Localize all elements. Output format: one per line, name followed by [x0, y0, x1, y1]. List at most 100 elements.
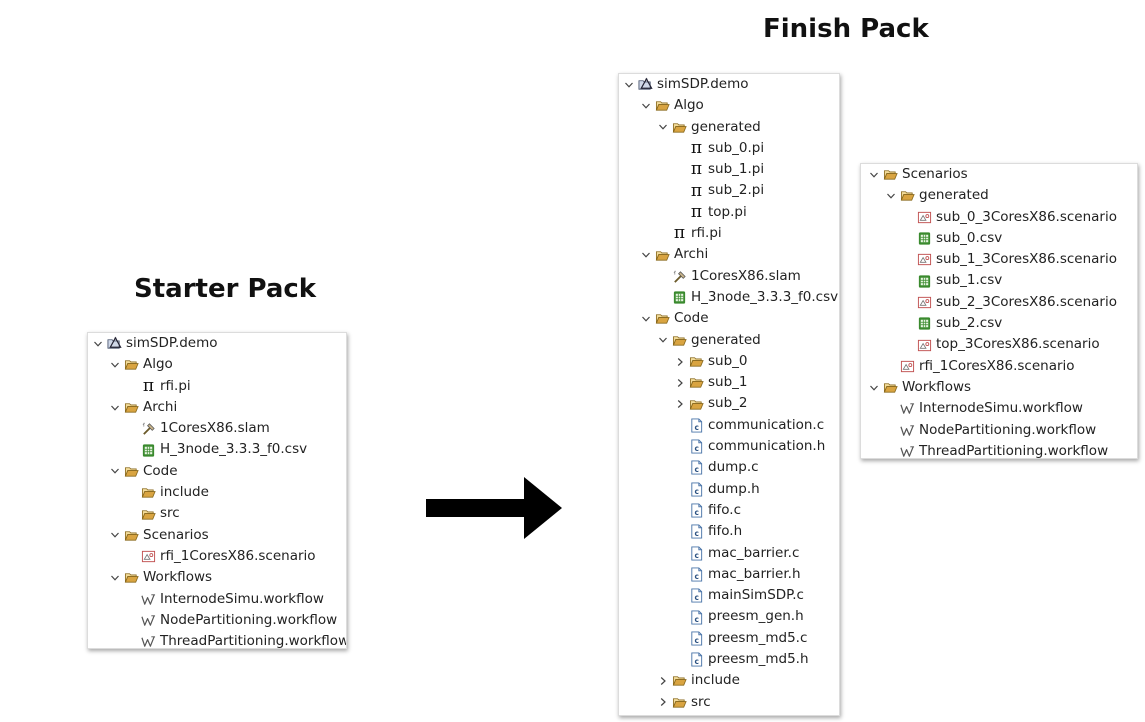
tree-item-scenarios[interactable]: Scenarios [88, 525, 346, 546]
tree-item-simsdp-demo[interactable]: simSDP.demo [88, 333, 346, 354]
tree-item-sub-1-3coresx86-scenario[interactable]: sub_1_3CoresX86.scenario [861, 249, 1137, 270]
twistie-spacer [672, 588, 688, 604]
tree-item-simsdp-demo[interactable]: simSDP.demo [619, 74, 839, 95]
tree-item-sub-0-pi[interactable]: π sub_0.pi [619, 138, 839, 159]
tree-item-h-3node-3-3-3-f0-csv[interactable]: H_3node_3.3.3_f0.csv [619, 287, 839, 308]
tree-item-src[interactable]: src [88, 503, 346, 524]
expand-chevron-icon[interactable] [672, 375, 688, 391]
tree-item-algo[interactable]: Algo [619, 95, 839, 116]
tree-item-label: ThreadPartitioning.workflow [160, 633, 347, 649]
svg-text:c: c [694, 508, 698, 517]
tree-item-sub-2-3coresx86-scenario[interactable]: sub_2_3CoresX86.scenario [861, 292, 1137, 313]
collapse-chevron-icon[interactable] [866, 167, 882, 183]
collapse-chevron-icon[interactable] [638, 247, 654, 263]
tree-item-label: Workflows [902, 378, 972, 395]
tree-item-1coresx86-slam[interactable]: 1CoresX86.slam [619, 266, 839, 287]
tree-item-preesm-md5-c[interactable]: c preesm_md5.c [619, 628, 839, 649]
tree-item-include[interactable]: include [619, 670, 839, 691]
workflow-icon [899, 443, 916, 458]
tree-item-src[interactable]: src [619, 692, 839, 713]
tree-item-workflows[interactable]: Workflows [861, 377, 1137, 398]
tree-item-scenarios[interactable]: Scenarios [861, 164, 1137, 185]
tree-item-dump-c[interactable]: c dump.c [619, 457, 839, 478]
tree-item-top-3coresx86-scenario[interactable]: top_3CoresX86.scenario [861, 334, 1137, 355]
folder-icon [882, 379, 899, 396]
collapse-chevron-icon[interactable] [883, 188, 899, 204]
tree-item-dump-h[interactable]: c dump.h [619, 479, 839, 500]
tree-item-label: sub_1_3CoresX86.scenario [936, 251, 1117, 268]
tree-item-sub-0[interactable]: sub_0 [619, 351, 839, 372]
tree-item-mac-barrier-h[interactable]: c mac_barrier.h [619, 564, 839, 585]
expand-chevron-icon[interactable] [672, 354, 688, 370]
tree-item-sub-2-pi[interactable]: π sub_2.pi [619, 180, 839, 201]
tree-item-generated[interactable]: generated [861, 185, 1137, 206]
folder-icon [688, 396, 705, 413]
tree-item-1coresx86-slam[interactable]: 1CoresX86.slam [88, 418, 346, 439]
tree-item-fifo-h[interactable]: c fifo.h [619, 521, 839, 542]
tree-item-internodesimu-workflow[interactable]: InternodeSimu.workflow [88, 589, 346, 610]
tree-item-rfi-pi[interactable]: π rfi.pi [88, 376, 346, 397]
collapse-chevron-icon[interactable] [107, 463, 123, 479]
expand-chevron-icon[interactable] [655, 673, 671, 689]
folder-icon [671, 332, 688, 349]
tree-item-rfi-pi[interactable]: π rfi.pi [619, 223, 839, 244]
collapse-chevron-icon[interactable] [107, 527, 123, 543]
tree-item-algo[interactable]: Algo [88, 354, 346, 375]
collapse-chevron-icon[interactable] [90, 336, 106, 352]
tree-item-mainsimsdp-c[interactable]: c mainSimSDP.c [619, 585, 839, 606]
collapse-chevron-icon[interactable] [866, 380, 882, 396]
tree-item-include[interactable]: include [88, 482, 346, 503]
tree-item-nodepartitioning-workflow[interactable]: NodePartitioning.workflow [861, 420, 1137, 441]
tree-item-label: ThreadPartitioning.workflow [919, 442, 1109, 459]
collapse-chevron-icon[interactable] [621, 77, 637, 93]
tree-item-archi[interactable]: Archi [619, 244, 839, 265]
tree-item-h-3node-3-3-3-f0-csv[interactable]: H_3node_3.3.3_f0.csv [88, 439, 346, 460]
tree-item-rfi-1coresx86-scenario[interactable]: rfi_1CoresX86.scenario [861, 356, 1137, 377]
tree-item-sub-0-3coresx86-scenario[interactable]: sub_0_3CoresX86.scenario [861, 207, 1137, 228]
tree-item-sub-2[interactable]: sub_2 [619, 393, 839, 414]
tree-item-rfi-1coresx86-scenario[interactable]: rfi_1CoresX86.scenario [88, 546, 346, 567]
collapse-chevron-icon[interactable] [655, 332, 671, 348]
twistie-spacer [124, 506, 140, 522]
collapse-chevron-icon[interactable] [107, 570, 123, 586]
tree-item-sub-1-pi[interactable]: π sub_1.pi [619, 159, 839, 180]
finish-project-explorer: simSDP.demo Algo generated π sub_0.pi π sub_1.… [618, 73, 840, 716]
tree-item-top-pi[interactable]: π top.pi [619, 202, 839, 223]
collapse-chevron-icon[interactable] [107, 400, 123, 416]
folder-icon [123, 356, 140, 373]
tree-item-generated[interactable]: generated [619, 117, 839, 138]
tree-item-sub-0-csv[interactable]: sub_0.csv [861, 228, 1137, 249]
tree-item-label: sub_1.csv [936, 272, 1003, 289]
tree-item-generated[interactable]: generated [619, 330, 839, 351]
expand-chevron-icon[interactable] [655, 694, 671, 710]
tree-item-threadpartitioning-workflow[interactable]: ThreadPartitioning.workflow [861, 441, 1137, 459]
tree-item-code[interactable]: Code [88, 461, 346, 482]
tree-item-communication-h[interactable]: c communication.h [619, 436, 839, 457]
tree-item-threadpartitioning-workflow[interactable]: ThreadPartitioning.workflow [88, 631, 347, 649]
tree-item-internodesimu-workflow[interactable]: InternodeSimu.workflow [861, 398, 1137, 419]
tree-item-preesm-md5-h[interactable]: c preesm_md5.h [619, 649, 839, 670]
twistie-spacer [672, 524, 688, 540]
tree-item-code[interactable]: Code [619, 308, 839, 329]
tree-item-sub-1[interactable]: sub_1 [619, 372, 839, 393]
finish-tree: simSDP.demo Algo generated π sub_0.pi π sub_1.… [619, 74, 839, 713]
collapse-chevron-icon[interactable] [638, 311, 654, 327]
tree-item-sub-1-csv[interactable]: sub_1.csv [861, 270, 1137, 291]
tree-item-nodepartitioning-workflow[interactable]: NodePartitioning.workflow [88, 610, 346, 631]
expand-chevron-icon[interactable] [672, 396, 688, 412]
tree-item-preesm-gen-h[interactable]: c preesm_gen.h [619, 606, 839, 627]
tree-item-label: sub_1.pi [708, 161, 765, 178]
tree-item-communication-c[interactable]: c communication.c [619, 415, 839, 436]
collapse-chevron-icon[interactable] [107, 357, 123, 373]
collapse-chevron-icon[interactable] [638, 98, 654, 114]
tree-item-label: rfi_1CoresX86.scenario [160, 547, 316, 564]
tree-item-label: H_3node_3.3.3_f0.csv [691, 288, 839, 305]
tree-item-workflows[interactable]: Workflows [88, 567, 346, 588]
tree-item-archi[interactable]: Archi [88, 397, 346, 418]
tree-item-label: generated [691, 331, 761, 348]
tree-item-label: NodePartitioning.workflow [919, 421, 1097, 438]
tree-item-fifo-c[interactable]: c fifo.c [619, 500, 839, 521]
tree-item-mac-barrier-c[interactable]: c mac_barrier.c [619, 543, 839, 564]
tree-item-sub-2-csv[interactable]: sub_2.csv [861, 313, 1137, 334]
collapse-chevron-icon[interactable] [655, 119, 671, 135]
